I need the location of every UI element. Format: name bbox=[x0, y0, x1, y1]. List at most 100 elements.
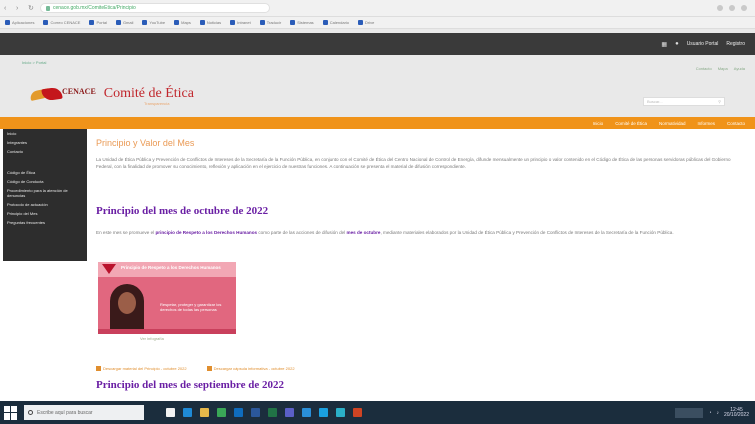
edge-icon[interactable] bbox=[183, 408, 192, 417]
grid-icon[interactable]: ▦ bbox=[661, 41, 667, 48]
top-link[interactable]: Ayuda bbox=[734, 66, 745, 71]
download-link-principle[interactable]: Descargar material del Principio - octub… bbox=[96, 366, 187, 371]
nav-item[interactable]: Contacto bbox=[727, 121, 745, 126]
bookmark-label: Gmail bbox=[122, 20, 134, 25]
poster-image-caption[interactable]: Ver infografía bbox=[140, 336, 164, 341]
bookmark-favicon-icon bbox=[115, 20, 121, 25]
top-link[interactable]: Mapa bbox=[718, 66, 728, 71]
bookmark-favicon-icon bbox=[358, 20, 364, 25]
breadcrumb[interactable]: Inicio > Portal bbox=[22, 60, 46, 65]
sidebar-item[interactable]: Código de Conducta bbox=[3, 177, 87, 186]
bookmark-item[interactable]: Drive bbox=[358, 20, 374, 25]
nav-item[interactable]: Comité de Ética bbox=[615, 121, 647, 126]
sidebar-item[interactable]: Contacto bbox=[3, 147, 87, 156]
mail-icon[interactable] bbox=[319, 408, 328, 417]
forward-icon[interactable]: › bbox=[16, 5, 23, 12]
word-icon[interactable] bbox=[251, 408, 260, 417]
bookmark-label: Aplicaciones bbox=[12, 20, 35, 25]
bookmark-label: Correo CENACE bbox=[50, 20, 81, 25]
excel-icon[interactable] bbox=[268, 408, 277, 417]
portrait-illustration bbox=[110, 284, 144, 334]
address-bar[interactable]: cenace.gob.mx/ComiteEtica/Principio bbox=[40, 3, 270, 13]
nav-item[interactable]: Informes bbox=[697, 121, 715, 126]
bookmark-favicon-icon bbox=[43, 20, 49, 25]
reload-icon[interactable]: ↻ bbox=[28, 5, 35, 12]
store-icon[interactable] bbox=[302, 408, 311, 417]
bookmarks-bar: Aplicaciones Correo CENACE Portal Gmail YouT… bbox=[0, 17, 755, 29]
bookmark-label: Drive bbox=[365, 20, 375, 25]
bookmark-item[interactable]: Calendario bbox=[322, 20, 350, 25]
page-title: Principio y Valor del Mes bbox=[96, 138, 195, 148]
sidebar-item[interactable]: Inicio bbox=[3, 129, 87, 138]
outlook-icon[interactable] bbox=[234, 408, 243, 417]
section-title-october: Principio del mes de octubre de 2022 bbox=[96, 205, 269, 217]
sidebar-item[interactable]: Preguntas frecuentes bbox=[3, 218, 87, 227]
search-placeholder: Buscar... bbox=[647, 99, 663, 104]
bookmark-label: Maps bbox=[181, 20, 191, 25]
back-icon[interactable]: ‹ bbox=[4, 5, 11, 12]
sidebar-separator bbox=[3, 156, 87, 168]
bookmark-item[interactable]: Maps bbox=[174, 20, 191, 25]
download-link-capsule[interactable]: Descargar cápsula informativa - octubre … bbox=[206, 366, 295, 371]
profile-icon[interactable] bbox=[729, 5, 735, 11]
clock-date: 20/10/2022 bbox=[723, 411, 749, 418]
sidebar-item[interactable]: Código de Ética bbox=[3, 168, 87, 177]
bookmark-label: Traducir bbox=[266, 20, 282, 25]
explorer-icon[interactable] bbox=[200, 408, 209, 417]
site-title[interactable]: Comité de Ética bbox=[104, 86, 194, 102]
address-url[interactable]: cenace.gob.mx/ComiteEtica/Principio bbox=[53, 5, 136, 11]
search-icon bbox=[28, 410, 33, 415]
nav-item[interactable]: Normatividad bbox=[659, 121, 686, 126]
bookmark-item[interactable]: Noticias bbox=[199, 20, 221, 25]
search-icon[interactable]: ⚲ bbox=[718, 99, 721, 104]
weather-widget[interactable] bbox=[675, 407, 704, 418]
top-link[interactable]: Contacto bbox=[696, 66, 712, 71]
user-icon[interactable]: ● bbox=[675, 41, 679, 47]
bookmark-item[interactable]: Gmail bbox=[115, 20, 134, 25]
user-link[interactable]: Usuario Portal bbox=[687, 41, 719, 47]
register-link[interactable]: Registro bbox=[726, 41, 745, 47]
bookmark-item[interactable]: Portal bbox=[89, 20, 107, 25]
bookmark-item[interactable]: Traducir bbox=[259, 20, 282, 25]
cenace-logo[interactable] bbox=[29, 84, 68, 104]
october-poster-image[interactable]: Principio de Respeto a los Derechos Huma… bbox=[98, 262, 236, 334]
teams-icon[interactable] bbox=[285, 408, 294, 417]
sidebar-item[interactable]: Protocolo de actuación bbox=[3, 200, 87, 209]
photos-icon[interactable] bbox=[336, 408, 345, 417]
volume-icon[interactable]: ♪ bbox=[716, 410, 719, 416]
extensions-icon[interactable] bbox=[717, 5, 723, 11]
task-view-icon[interactable] bbox=[166, 408, 175, 417]
sidebar-item[interactable]: Principio del Mes bbox=[3, 209, 87, 218]
main-nav: Inicio Comité de Ética Normatividad Informe… bbox=[0, 117, 755, 129]
page-content: Inicio Integrantes Contacto Código de Ética… bbox=[0, 129, 755, 401]
download-links: Descargar material del Principio - octub… bbox=[96, 366, 295, 371]
chrome-icon[interactable] bbox=[217, 408, 226, 417]
bookmark-item[interactable]: Correo CENACE bbox=[43, 20, 80, 25]
sidebar-item[interactable]: Procedimiento para la atención de denunc… bbox=[3, 186, 87, 200]
top-links: Contacto Mapa Ayuda bbox=[696, 66, 745, 71]
bookmark-item[interactable]: Aplicaciones bbox=[5, 20, 34, 25]
windows-start-icon[interactable] bbox=[4, 405, 18, 420]
bookmark-favicon-icon bbox=[322, 20, 328, 25]
sidebar-item[interactable]: Integrantes bbox=[3, 138, 87, 147]
bookmark-item[interactable]: YouTube bbox=[142, 20, 165, 25]
bookmark-item[interactable]: Intranet bbox=[230, 20, 251, 25]
triangle-icon bbox=[102, 264, 116, 274]
site-search-input[interactable]: Buscar... ⚲ bbox=[643, 97, 725, 106]
bookmark-label: Calendario bbox=[329, 20, 350, 25]
section-title-september: Principio del mes de septiembre de 2022 bbox=[96, 379, 284, 391]
taskbar-search-input[interactable]: Escribe aquí para buscar bbox=[24, 405, 144, 420]
bookmark-item[interactable]: Sistemas bbox=[290, 20, 314, 25]
menu-icon[interactable] bbox=[741, 5, 747, 11]
pdf-icon bbox=[206, 366, 212, 371]
bookmark-favicon-icon bbox=[174, 20, 180, 25]
nav-item[interactable]: Inicio bbox=[593, 121, 604, 126]
bookmark-favicon-icon bbox=[230, 20, 236, 25]
system-tray: ◔ ♪ 12:45 20/10/2022 bbox=[675, 407, 755, 418]
clock[interactable]: 12:45 20/10/2022 bbox=[723, 407, 749, 418]
taskbar-apps bbox=[166, 408, 362, 417]
powerpoint-icon[interactable] bbox=[353, 408, 362, 417]
bookmark-favicon-icon bbox=[290, 20, 296, 25]
taskbar: Escribe aquí para buscar ◔ ♪ 12:45 20/10… bbox=[0, 401, 755, 424]
network-icon[interactable]: ◔ bbox=[708, 410, 711, 416]
